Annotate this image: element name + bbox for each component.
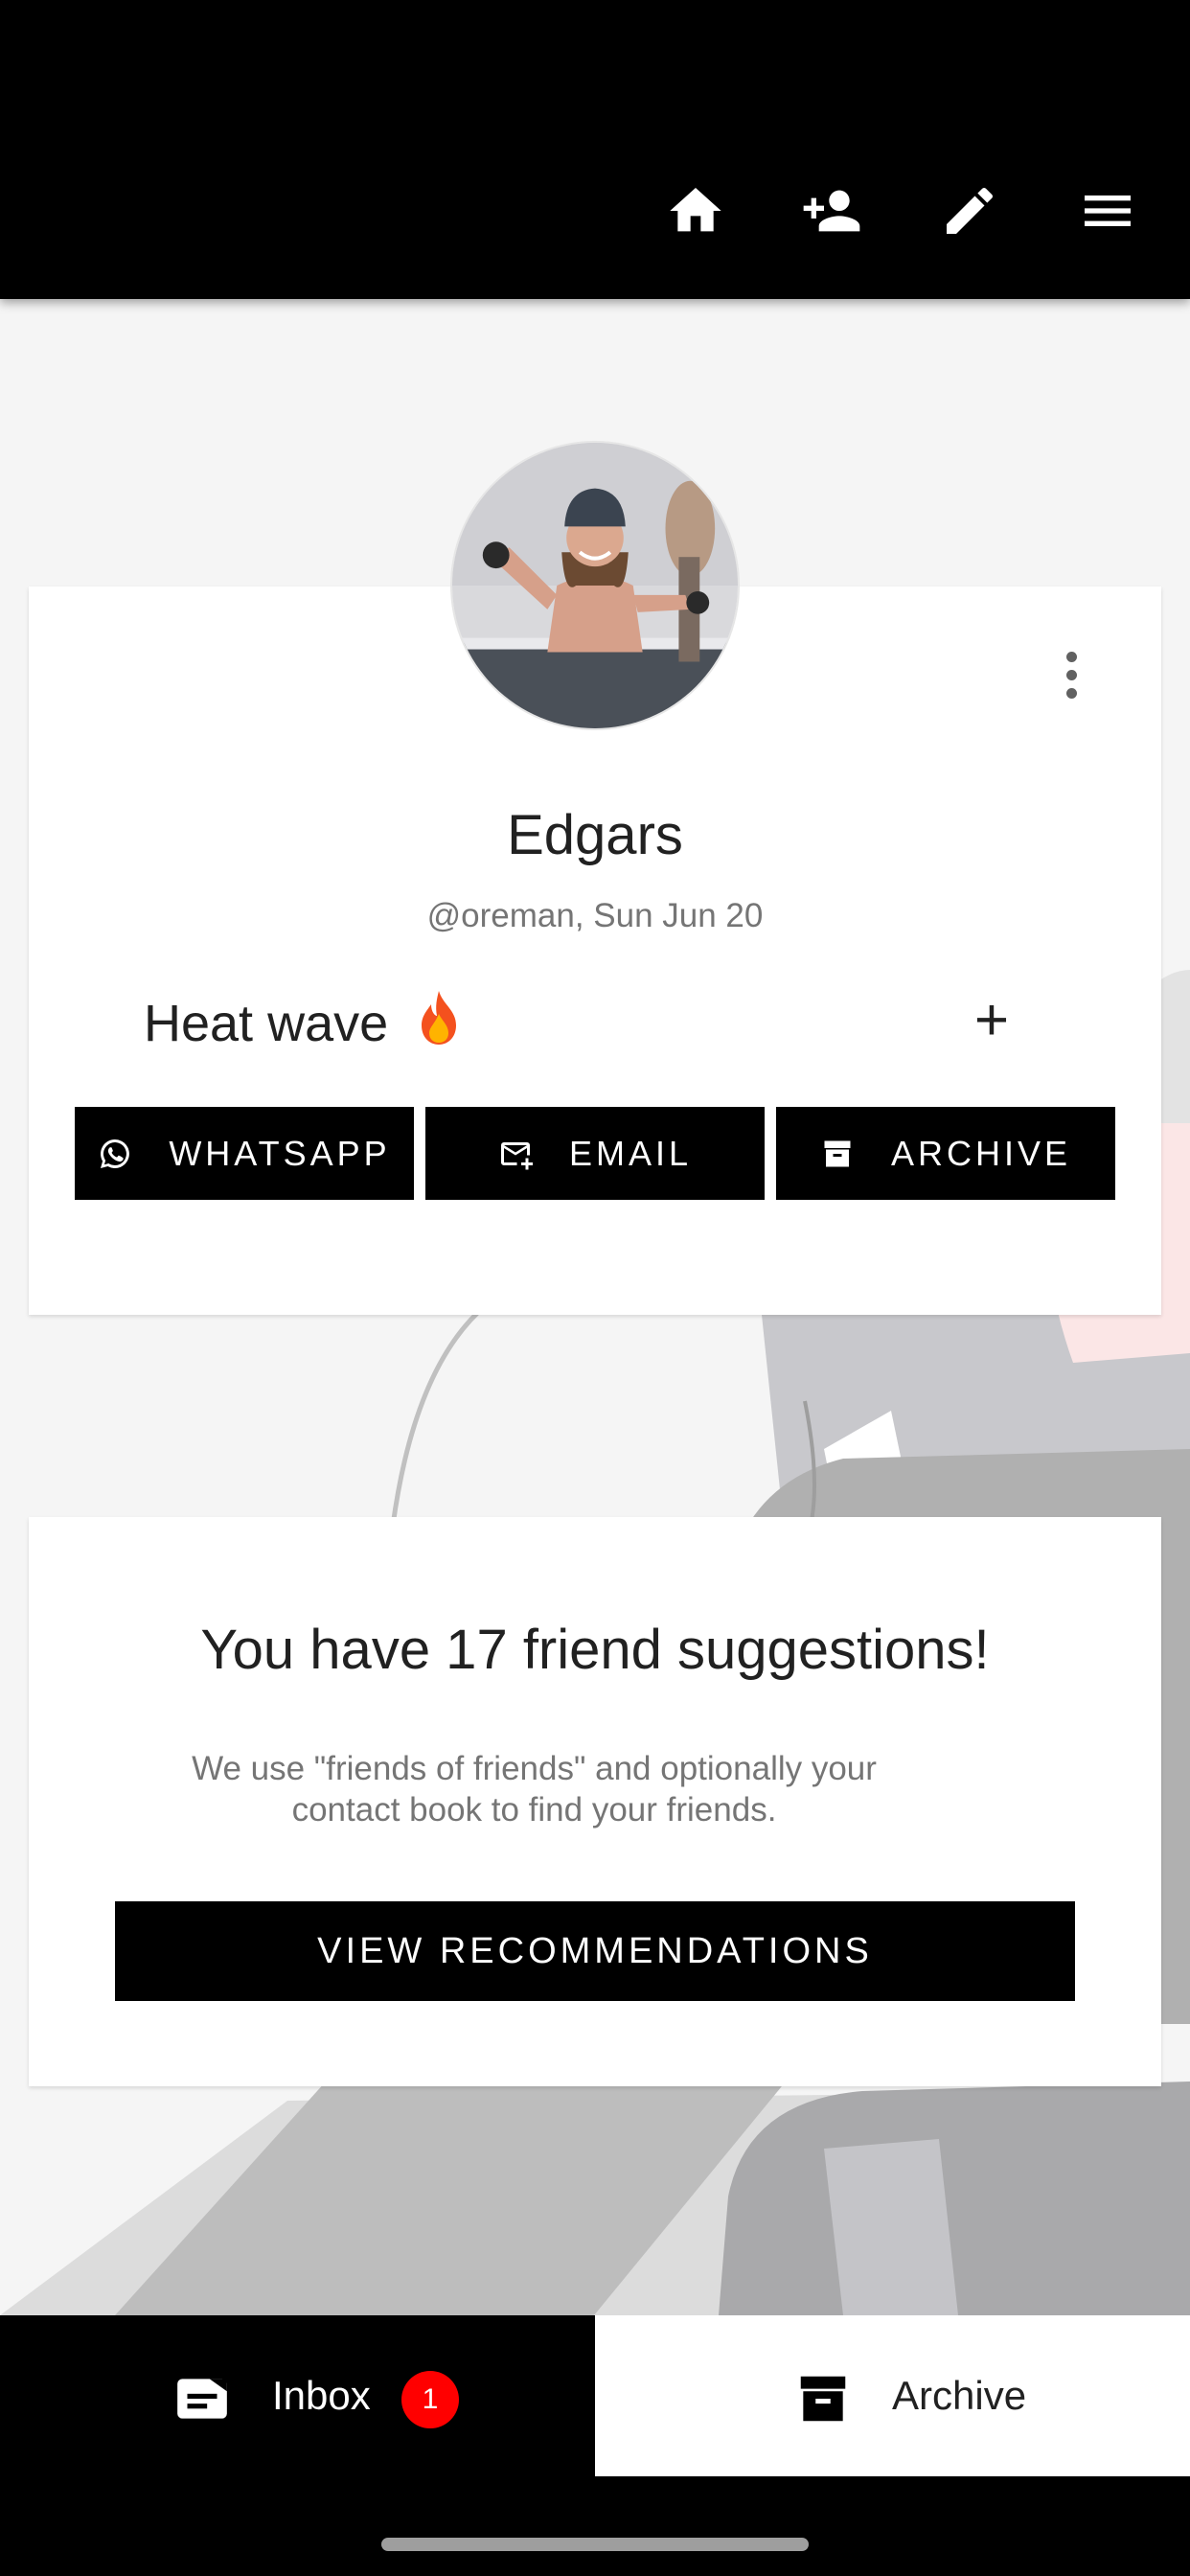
nav-tab-archive[interactable]: Archive [595,2315,1190,2476]
status-line: Heat wave [144,989,464,1053]
email-button[interactable]: EMAIL [425,1107,765,1200]
profile-name: Edgars [507,804,683,866]
view-recommendations-button[interactable]: VIEW RECOMMENDATIONS [115,1901,1075,2001]
suggestions-title: You have 17 friend suggestions! [200,1619,990,1681]
suggestions-description: We use "friends of friends" and optional… [192,1750,877,1828]
fire-icon [422,991,457,1045]
whatsapp-icon [101,1138,130,1168]
system-home-area [0,2476,1190,2576]
archive-icon [824,1140,851,1166]
email-icon [500,1141,533,1169]
whatsapp-button[interactable]: WHATSAPP [75,1107,414,1200]
avatar[interactable] [450,441,740,730]
add-person-icon[interactable] [797,176,866,245]
nav-tab-inbox[interactable]: Inbox 1 [0,2315,595,2476]
pencil-icon[interactable] [935,176,1004,245]
status-text: Heat wave [144,995,389,1052]
nav-archive-label: Archive [892,2373,1027,2418]
inbox-icon [172,2369,232,2428]
home-icon[interactable] [661,176,730,245]
inbox-unread-badge: 1 [401,2371,459,2428]
add-status-button[interactable]: + [968,987,1016,1054]
profile-handle-date: @oreman, Sun Jun 20 [426,897,764,934]
archive-box-icon [793,2369,853,2428]
bottom-navigation: Inbox 1 Archive [0,2315,1190,2476]
home-indicator[interactable] [381,2538,809,2551]
email-label: EMAIL [568,1133,693,1173]
whatsapp-label: WHATSAPP [169,1133,391,1173]
nav-inbox-label: Inbox [272,2373,371,2418]
archive-button[interactable]: ARCHIVE [776,1107,1115,1200]
avatar-photo [452,443,738,728]
top-app-bar [0,0,1190,299]
menu-icon[interactable] [1073,176,1142,245]
more-options-icon[interactable] [1044,640,1098,709]
archive-label: ARCHIVE [890,1133,1072,1173]
